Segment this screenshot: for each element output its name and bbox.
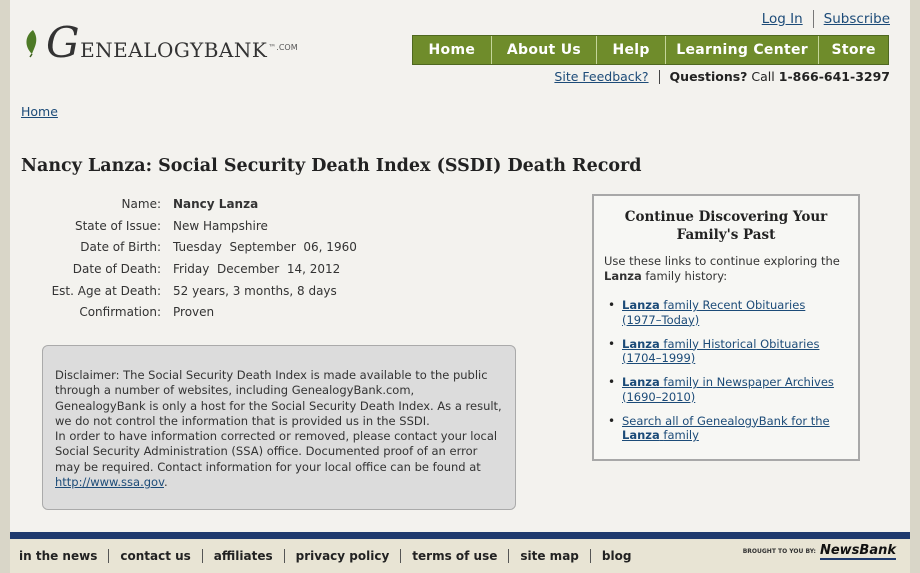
record-label: Date of Death: [72,261,161,276]
nav-learning-center[interactable]: Learning Center [666,36,820,64]
footer-link-site-map[interactable]: site map [520,549,579,563]
discover-intro: Use these links to continue exploring th… [604,254,840,283]
record-label: State of Issue: [74,218,161,233]
bullet-icon: • [608,336,616,351]
subscribe-link[interactable]: Subscribe [824,11,890,27]
list-item: • Lanza family Historical Obituaries (170… [608,337,848,366]
record-row: Name: Nancy Lanza [40,193,357,215]
record-value: Nancy Lanza [173,196,259,211]
nav-home[interactable]: Home [413,36,492,64]
record-value: 52 years, 3 months, 8 days [173,283,337,298]
footer: in the news contact us affiliates privac… [10,539,910,573]
nav-store[interactable]: Store [819,36,888,64]
record-label: Name: [121,196,161,211]
record-row: Est. Age at Death: 52 years, 3 months, 8… [40,280,357,302]
divider [658,69,660,84]
breadcrumb: Home [21,104,58,119]
death-record: Name: Nancy Lanza State of Issue: New Ha… [40,193,357,323]
brought-by-label: BROUGHT TO YOU BY: [742,548,816,555]
newsbank-badge[interactable]: BROUGHT TO YOU BY: NewsBank [743,543,896,560]
historical-obituaries-link[interactable]: Lanza family Historical Obituaries (1704–… [622,337,819,366]
divider [201,549,203,563]
recent-obituaries-link[interactable]: Lanza family Recent Obituaries (1977–Toda… [622,298,805,327]
disclaimer-text: Disclaimer: The Social Security Death In… [55,368,502,428]
footer-link-privacy-policy[interactable]: privacy policy [296,549,390,563]
list-item: • Lanza family in Newspaper Archives (169… [608,375,848,404]
nav-help[interactable]: Help [597,36,666,64]
nav-about-us[interactable]: About Us [492,36,598,64]
divider [589,549,591,563]
bullet-icon: • [608,375,616,389]
search-all-link[interactable]: Search all of GenealogyBank for the Lanza… [622,414,830,443]
footer-link-affiliates[interactable]: affiliates [214,549,273,563]
disclaimer-contact-text: In order to have information corrected o… [55,429,498,490]
divider [283,549,285,563]
continue-discovering-box: Continue Discovering Your Family's Past … [592,194,860,461]
discover-links: • Lanza family Recent Obituaries (1977–To… [604,298,848,443]
logo-text: GENEALOGYBANK [46,18,268,67]
site-feedback-link[interactable]: Site Feedback? [554,69,648,84]
record-row: State of Issue: New Hampshire [40,215,357,237]
login-link[interactable]: Log In [762,11,803,27]
bullet-icon: • [608,413,616,428]
footer-link-blog[interactable]: blog [602,549,632,563]
ssa-link[interactable]: http://www.ssa.gov [55,475,164,489]
divider [508,549,510,563]
discover-title: Continue Discovering Your Family's Past [624,209,828,243]
breadcrumb-home[interactable]: Home [21,104,58,119]
record-row: Date of Death: Friday December 14, 2012 [40,258,357,280]
call-label: Call [751,69,775,84]
record-row: Date of Birth: Tuesday September 06, 196… [40,236,357,258]
page-title: Nancy Lanza: Social Security Death Index… [21,156,642,176]
genealogybank-logo[interactable]: GENEALOGYBANK ™.COM [22,14,298,64]
subnav: Site Feedback? Questions? Call 1-866-641… [554,69,890,84]
newsbank-logo: NewsBank [819,543,896,560]
record-value: Tuesday September 06, 1960 [173,240,357,255]
record-row: Confirmation: Proven [40,301,357,323]
record-label: Est. Age at Death: [51,283,161,298]
logo-com: ™.COM [268,43,298,52]
record-label: Confirmation: [79,305,161,320]
leaf-icon [26,30,37,58]
record-value: Friday December 14, 2012 [173,261,341,276]
list-item: • Lanza family Recent Obituaries (1977–To… [608,298,848,327]
divider [812,10,814,28]
questions-label: Questions? [669,69,748,84]
record-value: New Hampshire [173,218,268,233]
newspaper-archives-link[interactable]: Lanza family in Newspaper Archives (1690–… [622,375,834,404]
footer-link-in-the-news[interactable]: in the news [19,549,97,563]
divider [108,549,110,563]
footer-link-terms-of-use[interactable]: terms of use [412,549,497,563]
page: GENEALOGYBANK ™.COM Log In Subscribe Hom… [10,0,910,573]
list-item: • Search all of GenealogyBank for the Lan… [608,414,848,443]
record-value: Proven [173,305,215,320]
divider [400,549,402,563]
disclaimer-box: Disclaimer: The Social Security Death In… [42,345,516,510]
bullet-icon: • [608,298,616,312]
account-links: Log In Subscribe [762,10,890,28]
footer-divider [10,532,910,539]
record-label: Date of Birth: [80,240,161,255]
phone-number: 1-866-641-3297 [778,69,890,84]
footer-link-contact-us[interactable]: contact us [120,549,190,563]
main-nav: Home About Us Help Learning Center Store [412,35,889,65]
